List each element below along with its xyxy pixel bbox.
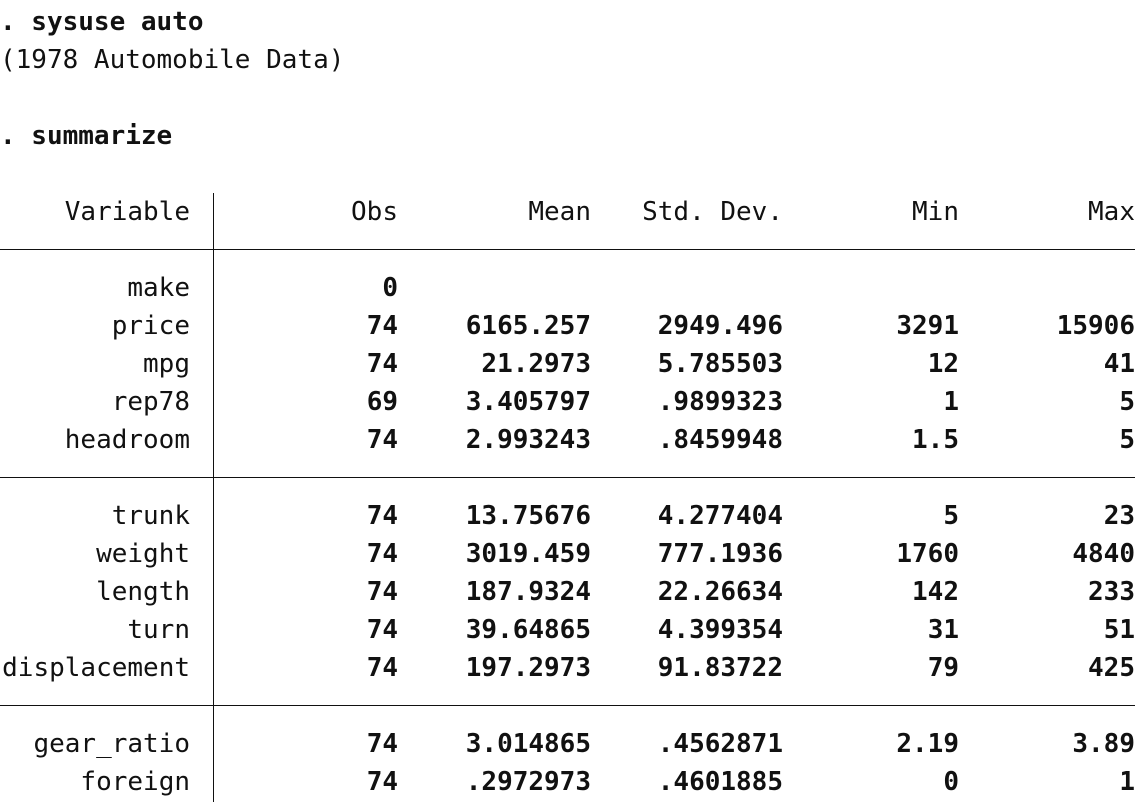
variable-name: mpg <box>143 349 190 379</box>
cell-obs: 74 <box>366 729 398 759</box>
variable-name: price <box>111 311 190 341</box>
cell-obs: 74 <box>366 501 398 531</box>
column-separator <box>213 193 214 802</box>
header-min: Min <box>912 197 959 227</box>
variable-name: weight <box>96 539 190 569</box>
cell-mean: .2972973 <box>465 767 591 797</box>
cell-max: 1 <box>1119 767 1135 797</box>
cell-std-dev: 4.277404 <box>657 501 783 531</box>
group-divider <box>0 705 1135 706</box>
cell-max: 233 <box>1088 577 1135 607</box>
header-obs: Obs <box>351 197 398 227</box>
cell-max: 15906 <box>1056 311 1135 341</box>
cell-min: 2.19 <box>896 729 959 759</box>
cell-max: 5 <box>1119 425 1135 455</box>
cell-max: 4840 <box>1072 539 1135 569</box>
command-sysuse: . sysuse auto <box>0 7 204 37</box>
cell-min: 1.5 <box>912 425 959 455</box>
cell-max: 41 <box>1103 349 1135 379</box>
cell-min: 1760 <box>896 539 959 569</box>
variable-name: displacement <box>2 653 190 683</box>
variable-name: length <box>96 577 190 607</box>
variable-name: headroom <box>64 425 190 455</box>
cell-obs: 0 <box>382 273 398 303</box>
cell-std-dev: .8459948 <box>657 425 783 455</box>
cell-mean: 187.9324 <box>465 577 591 607</box>
cell-max: 51 <box>1103 615 1135 645</box>
variable-name: turn <box>127 615 190 645</box>
cell-obs: 74 <box>366 577 398 607</box>
cell-mean: 21.2973 <box>481 349 591 379</box>
cell-min: 12 <box>927 349 959 379</box>
cell-min: 142 <box>912 577 959 607</box>
cell-min: 1 <box>943 387 959 417</box>
cell-max: 425 <box>1088 653 1135 683</box>
header-mean: Mean <box>528 197 591 227</box>
cell-mean: 3.014865 <box>465 729 591 759</box>
cell-std-dev: 91.83722 <box>657 653 783 683</box>
cell-obs: 74 <box>366 311 398 341</box>
cell-mean: 3.405797 <box>465 387 591 417</box>
cell-obs: 74 <box>366 767 398 797</box>
cell-obs: 74 <box>366 539 398 569</box>
cell-std-dev: 2949.496 <box>657 311 783 341</box>
cell-min: 79 <box>927 653 959 683</box>
cell-std-dev: 5.785503 <box>657 349 783 379</box>
cell-min: 5 <box>943 501 959 531</box>
cell-mean: 3019.459 <box>465 539 591 569</box>
command-summarize: . summarize <box>0 121 173 151</box>
cell-obs: 74 <box>366 425 398 455</box>
cell-std-dev: .9899323 <box>657 387 783 417</box>
cell-max: 3.89 <box>1072 729 1135 759</box>
header-variable: Variable <box>64 197 190 227</box>
cell-min: 3291 <box>896 311 959 341</box>
variable-name: rep78 <box>111 387 190 417</box>
group-divider <box>0 477 1135 478</box>
cell-mean: 39.64865 <box>465 615 591 645</box>
group-divider <box>0 249 1135 250</box>
cell-max: 23 <box>1103 501 1135 531</box>
cell-min: 31 <box>927 615 959 645</box>
cell-obs: 69 <box>366 387 398 417</box>
cell-mean: 2.993243 <box>465 425 591 455</box>
cell-std-dev: 777.1936 <box>657 539 783 569</box>
cell-std-dev: 22.26634 <box>657 577 783 607</box>
header-max: Max <box>1088 197 1135 227</box>
cell-std-dev: 4.399354 <box>657 615 783 645</box>
cell-std-dev: .4562871 <box>657 729 783 759</box>
variable-name: trunk <box>111 501 190 531</box>
variable-name: foreign <box>80 767 190 797</box>
output-dataset-label: (1978 Automobile Data) <box>0 45 345 75</box>
cell-obs: 74 <box>366 615 398 645</box>
cell-obs: 74 <box>366 653 398 683</box>
variable-name: make <box>127 273 190 303</box>
cell-mean: 6165.257 <box>465 311 591 341</box>
cell-std-dev: .4601885 <box>657 767 783 797</box>
header-std-dev: Std. Dev. <box>642 197 783 227</box>
cell-max: 5 <box>1119 387 1135 417</box>
cell-obs: 74 <box>366 349 398 379</box>
cell-mean: 13.75676 <box>465 501 591 531</box>
variable-name: gear_ratio <box>33 729 190 759</box>
cell-mean: 197.2973 <box>465 653 591 683</box>
cell-min: 0 <box>943 767 959 797</box>
